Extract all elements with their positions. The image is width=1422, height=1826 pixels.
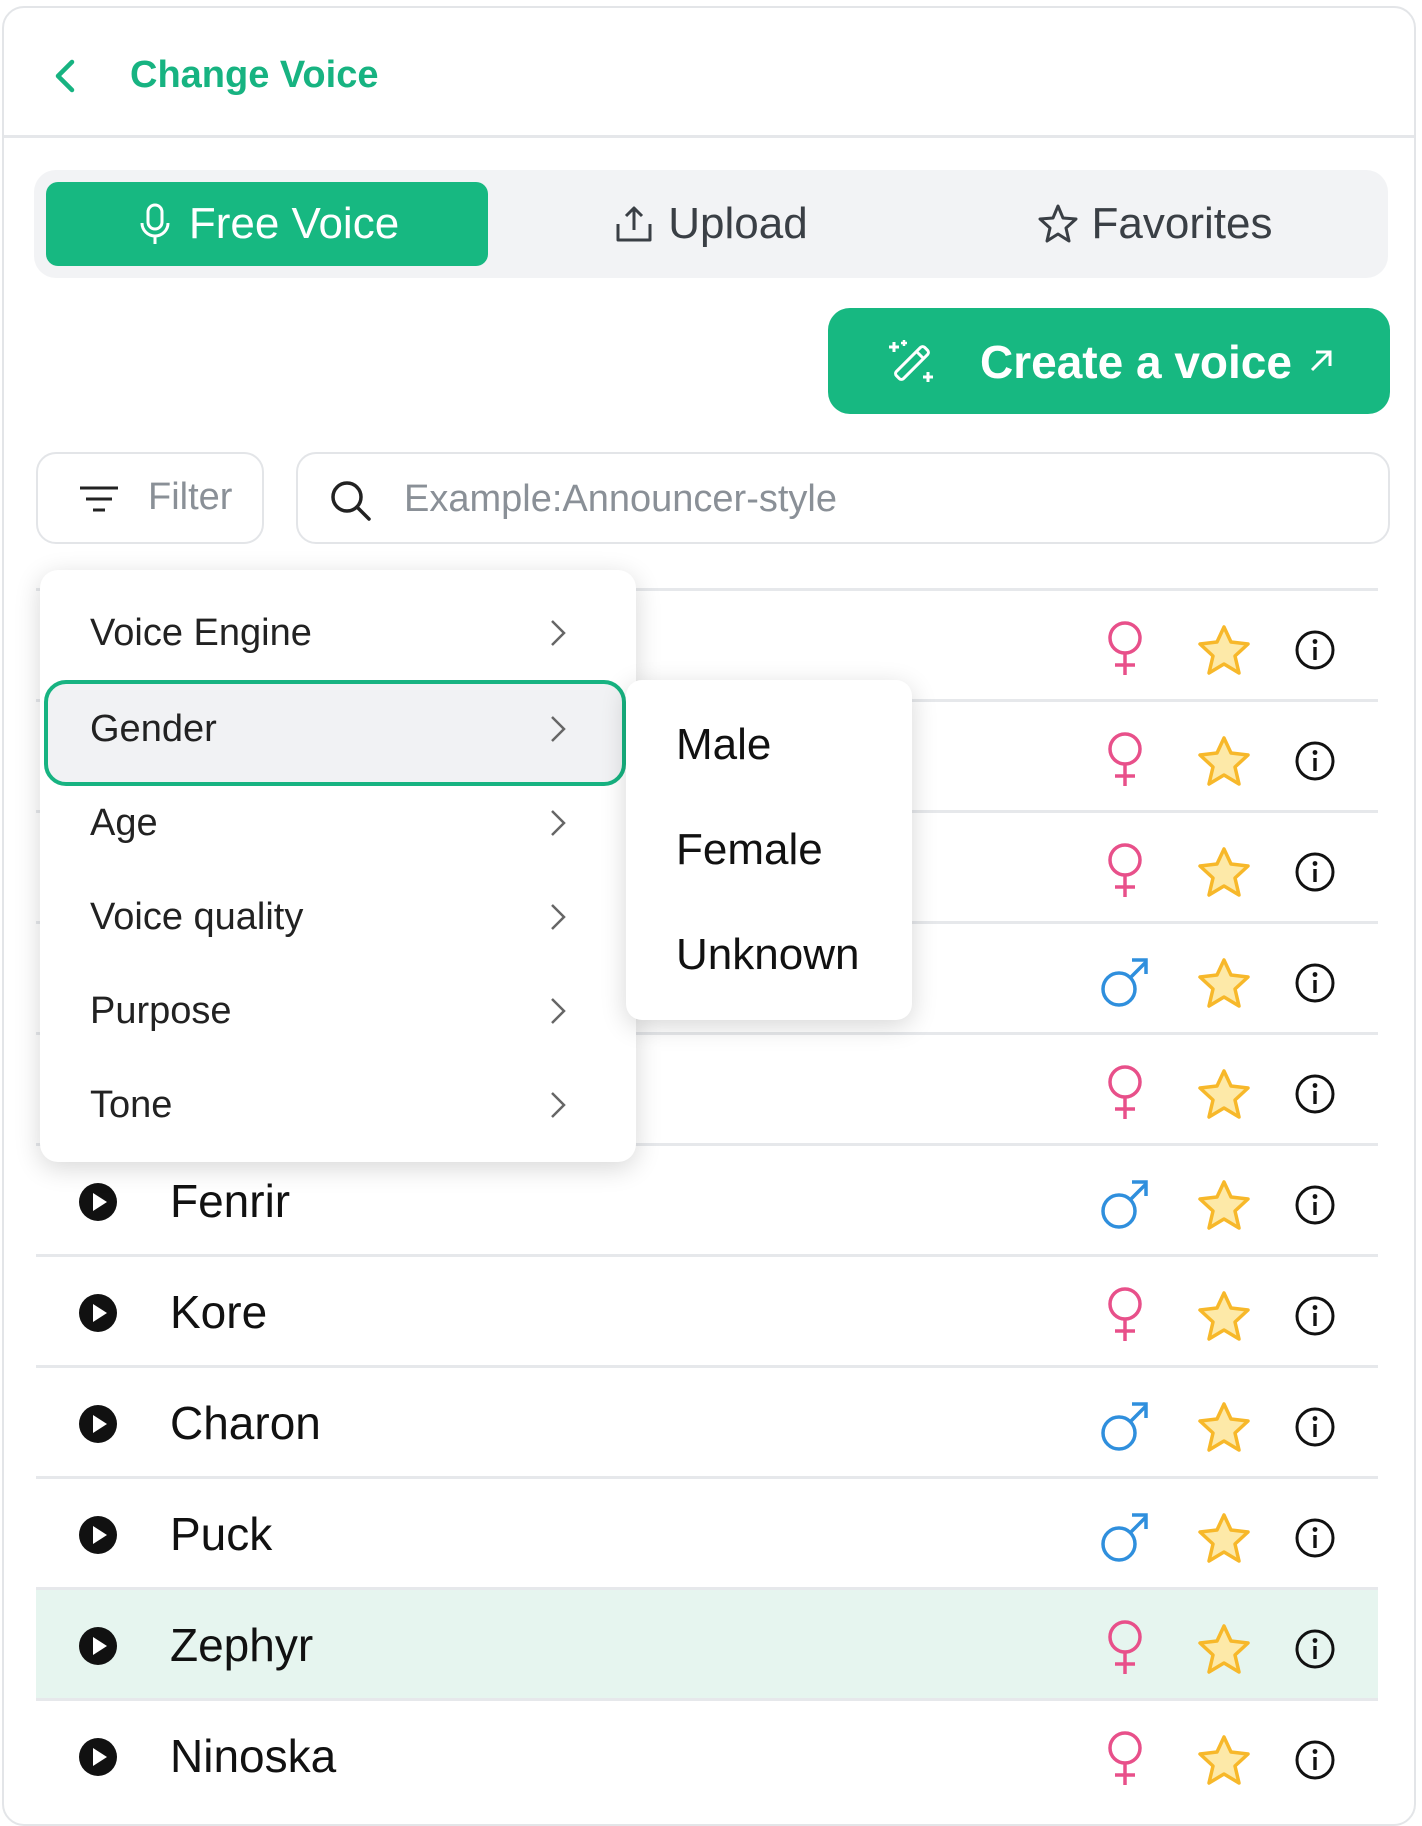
play-icon[interactable] — [78, 1515, 118, 1555]
star-outline-icon — [1038, 204, 1078, 243]
filter-menu-item-voice-engine[interactable]: Voice Engine — [40, 590, 636, 676]
favorite-star-icon[interactable] — [1196, 1289, 1252, 1343]
female-icon — [1108, 1620, 1142, 1674]
tab-upload[interactable]: Upload — [490, 182, 932, 266]
menu-item-label: Voice Engine — [90, 612, 312, 654]
gender-option-unknown[interactable]: Unknown — [676, 930, 859, 980]
female-icon — [1108, 621, 1142, 675]
upload-icon — [616, 206, 652, 242]
favorite-star-icon[interactable] — [1196, 956, 1252, 1010]
tab-label: Favorites — [1091, 199, 1273, 248]
male-icon — [1101, 958, 1148, 1007]
menu-item-label: Age — [90, 802, 158, 844]
voice-name: Zephyr — [170, 1619, 314, 1671]
change-voice-panel: Change Voice Free Voice Upload Favorites — [2, 6, 1416, 1826]
tab-free-voice[interactable]: Free Voice — [46, 182, 488, 266]
voice-row[interactable]: Charon — [36, 1365, 1378, 1476]
favorite-star-icon[interactable] — [1196, 1178, 1252, 1232]
favorite-star-icon[interactable] — [1196, 845, 1252, 899]
magic-wand-icon — [889, 340, 933, 382]
search-box — [296, 452, 1390, 544]
female-icon — [1108, 1731, 1142, 1785]
filter-button[interactable]: Filter — [36, 452, 264, 544]
play-icon[interactable] — [78, 1404, 118, 1444]
search-icon — [331, 481, 371, 521]
favorite-star-icon[interactable] — [1196, 1067, 1252, 1121]
info-icon[interactable] — [1294, 1073, 1336, 1115]
info-icon[interactable] — [1294, 740, 1336, 782]
male-icon — [1101, 1402, 1148, 1451]
info-icon[interactable] — [1294, 851, 1336, 893]
favorite-star-icon[interactable] — [1196, 1622, 1252, 1676]
voice-name: Ninoska — [170, 1730, 337, 1782]
play-icon[interactable] — [78, 1293, 118, 1333]
chevron-right-icon — [551, 998, 566, 1024]
favorite-star-icon[interactable] — [1196, 1511, 1252, 1565]
tab-label: Upload — [668, 199, 808, 248]
gender-option-female[interactable]: Female — [676, 825, 823, 875]
filter-menu: Voice Engine Gender Age Voice quality Pu… — [40, 570, 636, 1162]
microphone-icon — [140, 203, 170, 244]
voice-name: Kore — [170, 1286, 268, 1338]
menu-item-label: Voice quality — [90, 896, 304, 938]
favorite-star-icon[interactable] — [1196, 1733, 1252, 1787]
chevron-right-icon — [551, 1092, 566, 1118]
search-input[interactable] — [402, 468, 1366, 530]
info-icon[interactable] — [1294, 1739, 1336, 1781]
favorite-star-icon[interactable] — [1196, 734, 1252, 788]
chevron-right-icon — [551, 810, 566, 836]
voice-source-tabs: Free Voice Upload Favorites — [34, 170, 1388, 278]
filter-label: Filter — [148, 476, 233, 518]
play-icon[interactable] — [78, 1626, 118, 1666]
voice-name: Charon — [170, 1397, 321, 1449]
menu-item-label: Gender — [90, 708, 217, 750]
filter-menu-item-gender[interactable]: Gender — [40, 680, 636, 786]
menu-item-label: Tone — [90, 1084, 173, 1126]
filter-menu-item-voice-quality[interactable]: Voice quality — [40, 874, 636, 960]
chevron-right-icon — [551, 620, 566, 646]
info-icon[interactable] — [1294, 1184, 1336, 1226]
female-icon — [1108, 1065, 1142, 1119]
create-voice-label: Create a voice — [980, 336, 1292, 388]
back-arrow-icon[interactable] — [44, 54, 88, 98]
external-arrow-icon — [1310, 350, 1332, 372]
voice-row[interactable]: Zephyr — [36, 1587, 1378, 1698]
info-icon[interactable] — [1294, 1517, 1336, 1559]
chevron-right-icon — [551, 716, 566, 742]
filter-menu-item-age[interactable]: Age — [40, 780, 636, 866]
header: Change Voice — [4, 8, 1414, 138]
info-icon[interactable] — [1294, 1628, 1336, 1670]
filter-menu-item-purpose[interactable]: Purpose — [40, 968, 636, 1054]
female-icon — [1108, 1287, 1142, 1341]
voice-row[interactable]: Puck — [36, 1476, 1378, 1587]
filter-menu-item-tone[interactable]: Tone — [40, 1062, 636, 1148]
favorite-star-icon[interactable] — [1196, 623, 1252, 677]
male-icon — [1101, 1180, 1148, 1229]
info-icon[interactable] — [1294, 629, 1336, 671]
tab-label: Free Voice — [188, 199, 400, 248]
info-icon[interactable] — [1294, 1406, 1336, 1448]
gender-submenu: Male Female Unknown — [626, 680, 912, 1020]
filter-icon — [80, 486, 118, 512]
favorite-star-icon[interactable] — [1196, 1400, 1252, 1454]
play-icon[interactable] — [78, 1737, 118, 1777]
page-title: Change Voice — [130, 54, 379, 96]
info-icon[interactable] — [1294, 962, 1336, 1004]
menu-item-label: Purpose — [90, 990, 232, 1032]
voice-name: Fenrir — [170, 1175, 291, 1227]
create-voice-button[interactable]: Create a voice — [828, 308, 1390, 414]
voice-name: Puck — [170, 1508, 273, 1560]
gender-option-male[interactable]: Male — [676, 720, 771, 770]
voice-row[interactable]: Ninoska — [36, 1698, 1378, 1809]
female-icon — [1108, 843, 1142, 897]
voice-row[interactable]: Kore — [36, 1254, 1378, 1365]
play-icon[interactable] — [78, 1182, 118, 1222]
female-icon — [1108, 732, 1142, 786]
chevron-right-icon — [551, 904, 566, 930]
male-icon — [1101, 1513, 1148, 1562]
info-icon[interactable] — [1294, 1295, 1336, 1337]
tab-favorites[interactable]: Favorites — [934, 182, 1376, 266]
